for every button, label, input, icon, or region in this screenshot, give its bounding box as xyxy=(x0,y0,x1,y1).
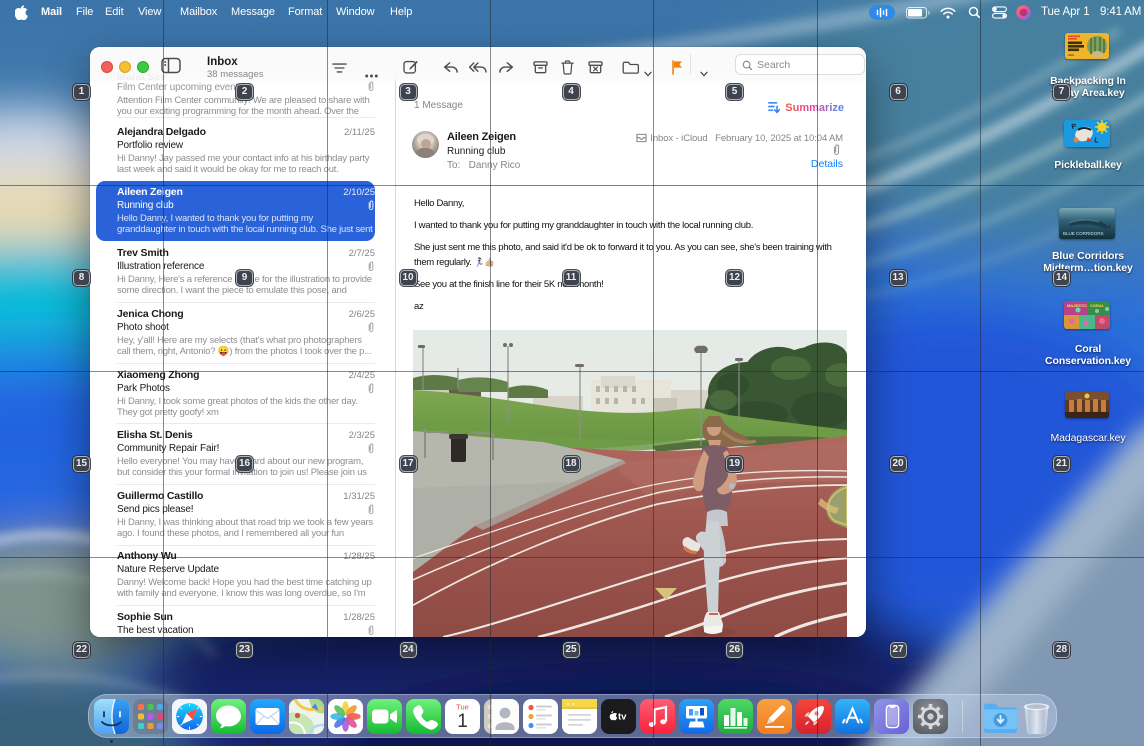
svg-text:MAJESTIC: MAJESTIC xyxy=(1067,303,1087,308)
svg-text:BLUE CORRIDORS: BLUE CORRIDORS xyxy=(1063,231,1104,236)
svg-text:tv: tv xyxy=(618,712,627,723)
svg-text:1: 1 xyxy=(457,711,468,732)
svg-text:CORAL: CORAL xyxy=(1090,303,1105,308)
